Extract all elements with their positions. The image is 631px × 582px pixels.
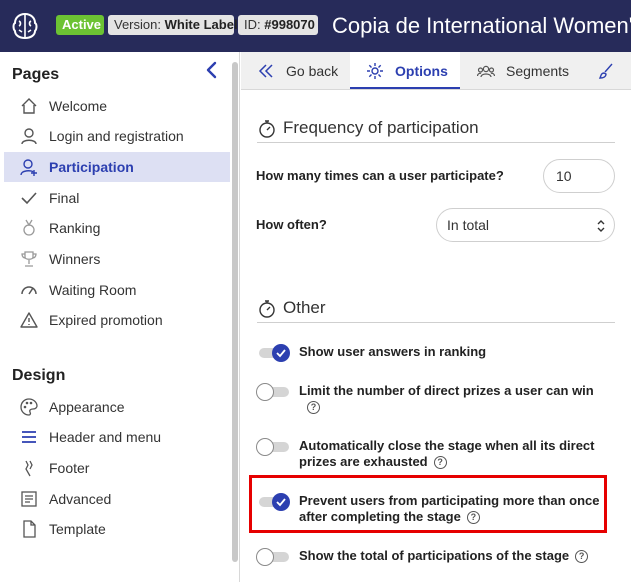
toggle-label: Show user answers in ranking [299,344,487,359]
sidebar-item-label: Expired promotion [49,312,163,328]
tab-segments[interactable]: Segments [461,52,581,89]
sidebar-item-template[interactable]: Template [4,514,230,544]
check-icon [21,192,37,205]
tab-label: Segments [506,63,570,79]
user-icon [21,128,37,145]
medal-icon [23,219,35,236]
sidebar-item-label: Waiting Room [49,282,137,298]
version-label: Version: [114,17,161,32]
select-arrows-icon [597,220,605,232]
id-label: ID: [244,17,261,32]
pages-section-title: Pages [12,66,60,83]
sidebar-item-footer[interactable]: Footer [4,453,230,483]
double-chevron-left-icon [258,64,273,78]
user-add-icon [20,159,37,176]
tab-design[interactable] [582,52,631,89]
stopwatch-icon [259,300,275,318]
status-badge: Active [56,15,104,35]
version-value: White Label [164,17,238,32]
file-icon [23,520,36,538]
warning-icon [20,312,38,328]
code-icon [21,491,37,507]
palette-icon [20,398,38,416]
id-badge: ID: #998070 [238,15,318,35]
sidebar-scrollbar[interactable] [231,52,239,578]
id-value: #998070 [264,17,315,32]
sidebar-item-welcome[interactable]: Welcome [4,91,230,121]
how-often-select[interactable]: In total [436,208,615,242]
options-panel: Frequency of participation How many time… [241,91,631,582]
footer-icon [25,460,33,477]
how-often-label: How often? [256,217,327,232]
toggle-switch[interactable] [256,493,290,511]
sidebar-item-appearance[interactable]: Appearance [4,392,230,422]
collapse-sidebar-icon[interactable] [202,60,222,80]
toggle-switch[interactable] [256,344,290,362]
tab-label: Go back [286,63,339,79]
home-icon [21,98,37,114]
toggle-switch[interactable] [256,383,290,401]
sidebar-item-login[interactable]: Login and registration [4,121,230,151]
sidebar-item-header-menu[interactable]: Header and menu [4,422,230,452]
top-bar: Active Version: White Label ID: #998070 … [0,0,631,52]
users-icon [477,65,495,78]
sidebar-item-ranking[interactable]: Ranking [4,213,230,243]
tab-bar: Go back Options Segments [241,52,631,90]
toggle-label: Show the total of participations of the … [299,548,609,564]
times-label: How many times can a user participate? [256,168,504,183]
sidebar-item-participation[interactable]: Participation [4,152,230,182]
sidebar-item-label: Header and menu [49,429,162,445]
tab-label: Options [395,63,448,79]
stopwatch-icon [259,120,275,138]
design-section-title: Design [12,367,66,384]
sidebar-item-label: Template [49,521,106,537]
frequency-section-title: Frequency of participation [283,118,479,137]
brush-icon [598,63,613,79]
sidebar-item-label: Appearance [49,399,125,415]
page-title: Copia de International Women' [332,13,631,38]
gear-icon [367,63,383,79]
frequency-section-header: Frequency of participation [257,115,615,143]
sidebar-item-label: Participation [49,159,134,175]
sidebar-item-final[interactable]: Final [4,183,230,213]
other-section-title: Other [283,298,326,317]
tab-options[interactable]: Options [350,52,460,89]
help-icon[interactable]: ? [433,456,447,470]
sidebar-item-label: Welcome [49,98,108,114]
help-icon[interactable]: ? [466,511,480,525]
trophy-icon [21,251,37,267]
how-often-value: In total [447,217,490,233]
toggle-label: Limit the number of direct prizes a user… [299,383,594,415]
toggle-switch[interactable] [256,438,290,456]
help-icon[interactable]: ? [575,550,589,564]
sidebar-item-advanced[interactable]: Advanced [4,484,230,514]
toggle-label: Prevent users from participating more th… [299,493,600,525]
times-input[interactable]: 10 [543,159,615,193]
sidebar-item-label: Ranking [49,220,101,236]
sidebar-item-expired[interactable]: Expired promotion [4,305,230,335]
sidebar-item-winners[interactable]: Winners [4,244,230,274]
gauge-icon [21,286,37,295]
menu-icon [22,431,36,443]
version-badge: Version: White Label [108,15,238,35]
toggle-label: Automatically close the stage when all i… [299,438,595,470]
brain-logo-icon[interactable] [8,8,42,44]
sidebar-item-label: Footer [49,460,90,476]
sidebar-item-label: Final [49,190,80,206]
sidebar-item-label: Login and registration [49,128,184,144]
sidebar-item-waiting-room[interactable]: Waiting Room [4,275,230,305]
tab-go-back[interactable]: Go back [241,52,349,89]
help-icon[interactable]: ? [307,401,320,415]
sidebar-item-label: Winners [49,251,101,267]
toggle-switch[interactable] [256,548,290,566]
scrollbar-thumb[interactable] [232,62,238,562]
other-section-header: Other [257,295,615,323]
sidebar-item-label: Advanced [49,491,112,507]
